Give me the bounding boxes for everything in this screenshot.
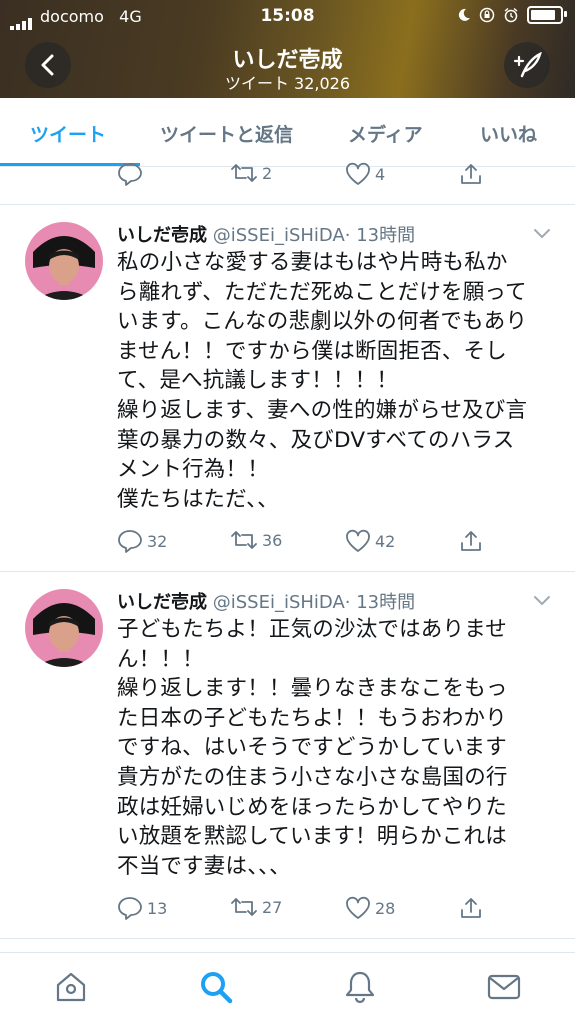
- moon-icon: [458, 8, 470, 21]
- tweet-text-line: メント行為！！: [117, 457, 269, 483]
- tweet[interactable]: いしだ壱成 @iSSEi_iSHiDA· 13時間 子どもたちよ！正気の沙汰では…: [0, 572, 575, 937]
- display-name[interactable]: いしだ壱成: [117, 225, 207, 246]
- battery-icon: [527, 6, 567, 24]
- nav-home[interactable]: [53, 969, 89, 1005]
- tweet-text-line: います。こんなの悲劇以外の何者でもあり: [117, 309, 528, 335]
- tweet-text-line: 私の小さな愛する妻はもはや片時も私か: [117, 250, 508, 275]
- tweet-text-line: 僕たちはただ、、: [117, 486, 279, 512]
- retweet-button[interactable]: 2: [230, 162, 272, 184]
- user-handle[interactable]: @iSSEi_iSHiDA: [213, 592, 345, 613]
- tab-media[interactable]: メディア: [348, 120, 423, 147]
- rotation-lock-icon: [479, 7, 495, 23]
- tweet-text-line: 子どもたちよ！正気の沙汰ではありませ: [117, 617, 507, 642]
- avatar-image: [25, 589, 103, 667]
- status-bar: docomo 4G 15:08: [0, 0, 575, 34]
- tweet-text-line: 繰り返します、妻への性的嫌がらせ及び言: [117, 397, 528, 423]
- like-button[interactable]: 4: [345, 162, 385, 186]
- reply-button[interactable]: [117, 162, 143, 186]
- reply-button[interactable]: 13: [117, 896, 167, 920]
- tweet-text-line: 不当です妻は、、、: [117, 853, 291, 879]
- notifications-icon: [345, 971, 375, 1004]
- display-name[interactable]: いしだ壱成: [117, 592, 207, 613]
- tweet-actions: 32 36 42: [117, 529, 557, 559]
- share-button[interactable]: [459, 529, 483, 553]
- compose-button[interactable]: [504, 42, 550, 88]
- avatar[interactable]: [25, 222, 103, 300]
- home-icon: [56, 972, 86, 1002]
- like-icon: [346, 896, 370, 919]
- alarm-icon: [504, 7, 518, 23]
- retweet-icon: [231, 898, 257, 916]
- retweet-icon: [231, 531, 257, 549]
- like-button[interactable]: 28: [345, 896, 395, 920]
- user-handle[interactable]: @iSSEi_iSHiDA: [213, 225, 345, 246]
- share-icon: [461, 531, 481, 551]
- share-button[interactable]: [459, 896, 483, 920]
- nav-messages[interactable]: [486, 969, 522, 1005]
- tweet-actions: 13 27 28: [117, 896, 557, 926]
- tweet-timestamp[interactable]: · 13時間: [345, 592, 415, 613]
- tweet-timestamp[interactable]: · 13時間: [345, 225, 415, 246]
- search-icon: [201, 972, 233, 1004]
- tweet-count: ツイート 32,026: [224, 74, 351, 93]
- tweet-text-line: 政は妊婦いじめをほったらかしてやりた: [117, 794, 507, 820]
- like-count: 28: [375, 898, 396, 918]
- tweet-text-line: た日本の子どもたちよ！！もうおわかり: [117, 705, 507, 731]
- tweet-text-line: 葉の暴力の数々、及びDVすべてのハラス: [117, 427, 515, 453]
- share-button[interactable]: [459, 162, 483, 186]
- tab-tweets-and-replies[interactable]: ツイートと返信: [160, 120, 293, 147]
- divider: [0, 938, 575, 939]
- share-icon: [461, 898, 481, 918]
- profile-header: docomo 4G 15:08 いしだ壱成 ツイート 32,026: [0, 0, 575, 98]
- prev-tweet-actions: 2 4: [117, 162, 557, 192]
- retweet-count: 27: [262, 897, 283, 917]
- nav-search[interactable]: [198, 969, 234, 1005]
- chevron-down-icon[interactable]: [533, 228, 551, 240]
- messages-icon: [487, 974, 521, 1000]
- like-icon: [346, 162, 370, 185]
- reply-icon: [118, 530, 142, 553]
- reply-button[interactable]: 32: [117, 529, 167, 553]
- tweet-text-line: ですね、はいそうですどうかしています: [117, 735, 507, 761]
- avatar[interactable]: [25, 589, 103, 667]
- tweet-text: 子どもたちよ！正気の沙汰ではありませ ん！！！ 繰り返します！！曇りなきまなこを…: [117, 615, 562, 881]
- avatar-image: [25, 222, 103, 300]
- retweet-count: 36: [262, 530, 283, 550]
- tweet-text-line: い放題を黙認しています！明らかこれは: [117, 824, 507, 850]
- retweet-button[interactable]: 27: [230, 896, 282, 918]
- tab-tweets[interactable]: ツイート: [30, 120, 106, 147]
- retweet-icon: [231, 164, 257, 182]
- reply-count: 13: [147, 898, 168, 918]
- profile-tabs: ツイート ツイートと返信 メディア いいね: [0, 98, 575, 167]
- tweet-text-line: ません！！ですから僕は断固拒否、そし: [117, 338, 507, 364]
- compose-icon: [513, 52, 542, 78]
- bottom-tab-bar: [0, 952, 575, 1025]
- reply-icon: [118, 163, 142, 186]
- tab-likes[interactable]: いいね: [480, 120, 537, 147]
- tweet-text-line: 貴方がたの住まう小さな小さな島国の行: [117, 764, 508, 790]
- retweet-count: 2: [262, 163, 273, 183]
- like-count: 4: [375, 164, 386, 184]
- retweet-button[interactable]: 36: [230, 529, 282, 551]
- reply-icon: [118, 897, 142, 920]
- like-icon: [346, 529, 370, 552]
- tweet-text-line: 繰り返します！！曇りなきまなこをもっ: [117, 676, 508, 702]
- tweet[interactable]: いしだ壱成 @iSSEi_iSHiDA· 13時間 私の小さな愛する妻はもはや片…: [0, 205, 575, 570]
- chevron-down-icon[interactable]: [533, 595, 551, 607]
- tweet-text-line: ん！！！: [117, 646, 204, 672]
- like-button[interactable]: 42: [345, 529, 395, 553]
- nav-notifications[interactable]: [342, 969, 378, 1005]
- tweet-text-line: ら離れず、ただただ死ぬことだけを願って: [117, 279, 527, 305]
- tweet-text: 私の小さな愛する妻はもはや片時も私か ら離れず、ただただ死ぬことだけを願って い…: [117, 248, 562, 514]
- reply-count: 32: [147, 531, 168, 551]
- like-count: 42: [375, 531, 396, 551]
- share-icon: [461, 164, 481, 184]
- tweet-text-line: て、是へ抗議します！！！！: [117, 368, 399, 394]
